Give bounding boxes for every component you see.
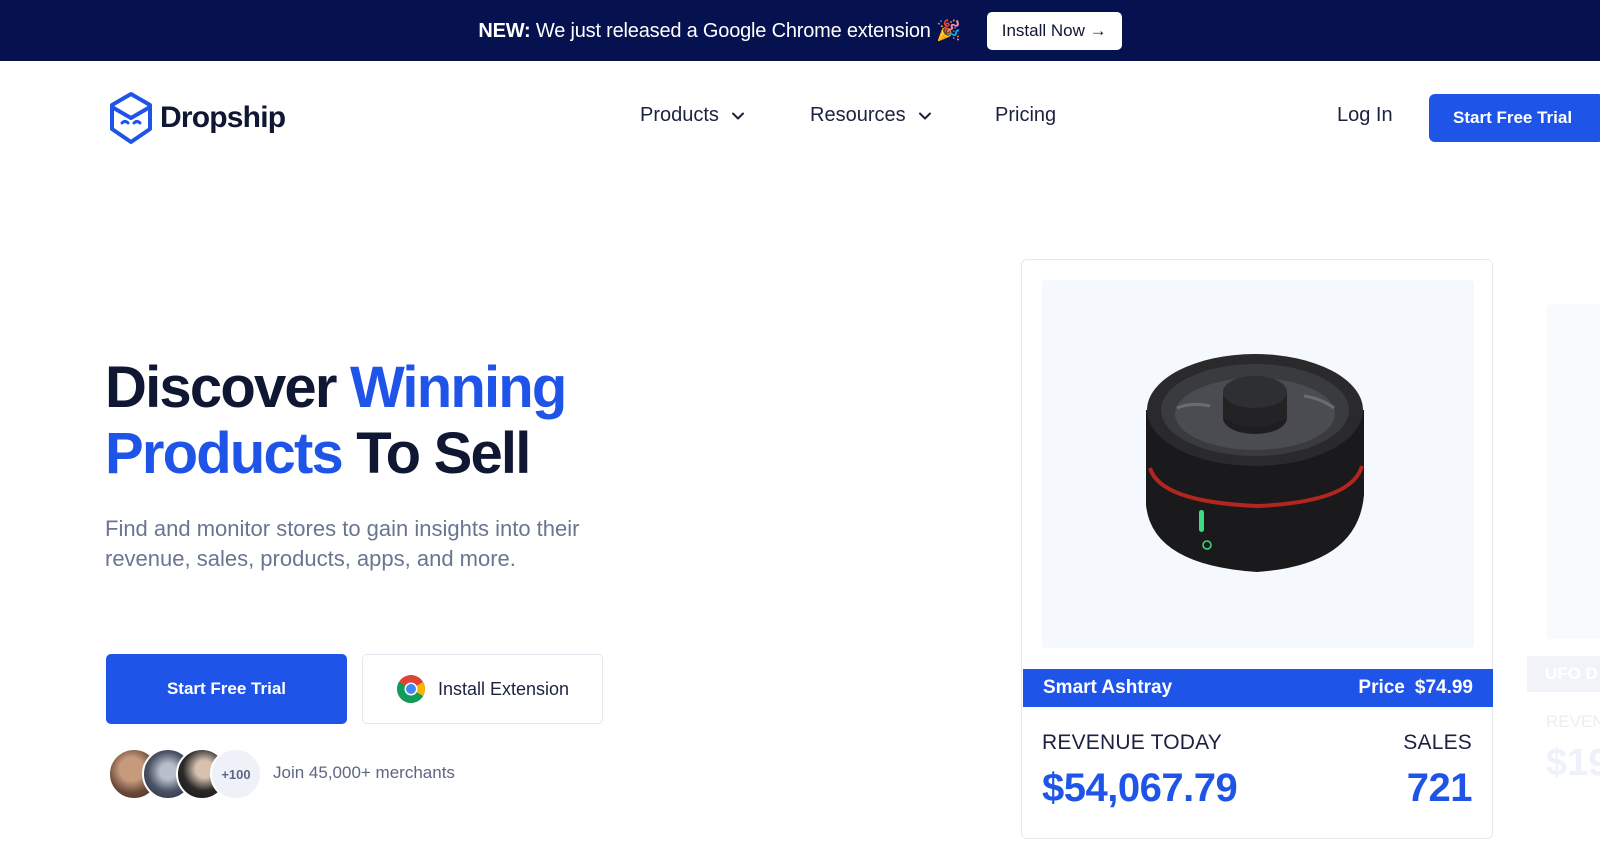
chevron-down-icon: [918, 112, 931, 119]
nav-item-resources[interactable]: Resources: [810, 104, 995, 127]
brand-name: Dropship: [160, 101, 286, 134]
product-title-bar: Smart Ashtray Price $74.99: [1023, 669, 1493, 707]
hero-title-highlight: Products: [105, 421, 344, 486]
revenue-value: $54,067.79: [1042, 766, 1238, 810]
nav-item-products[interactable]: Products: [640, 104, 810, 127]
nav-item-pricing[interactable]: Pricing: [995, 104, 1056, 127]
main-nav: Dropship Products Resources Pricing Log …: [0, 61, 1600, 178]
hero-subtitle: Find and monitor stores to gain insights…: [105, 516, 580, 571]
hero-start-free-trial-button[interactable]: Start Free Trial: [106, 654, 347, 724]
next-product-revenue-label: REVEN: [1546, 712, 1600, 731]
hero-title-part: To Sell: [341, 421, 531, 486]
product-card[interactable]: Smart Ashtray Price $74.99 REVENUE TODAY…: [1021, 259, 1493, 839]
announcement-bar: NEW: We just released a Google Chrome ex…: [0, 0, 1600, 61]
login-link[interactable]: Log In: [1337, 104, 1393, 127]
hero-title: Discover Winning Products To Sell: [105, 355, 705, 487]
chevron-down-icon: [731, 112, 744, 119]
next-product-image: [1546, 304, 1600, 639]
ashtray-image: [1146, 354, 1364, 572]
sales-value: 721: [1406, 766, 1473, 810]
merchant-avatars: +100: [108, 748, 262, 800]
product-name: Smart Ashtray: [1043, 677, 1173, 698]
merchants-count-text: Join 45,000+ merchants: [273, 763, 455, 782]
hero-title-highlight: Winning: [349, 355, 567, 420]
next-product-revenue-value: $19: [1546, 742, 1600, 784]
party-icon: 🎉: [936, 20, 961, 42]
chrome-icon: [396, 675, 425, 703]
nav-item-label: Pricing: [995, 104, 1057, 126]
dropship-logo-icon: [110, 92, 152, 144]
announcement-text: NEW: We just released a Google Chrome ex…: [478, 18, 961, 43]
announcement-message: We just released a Google Chrome extensi…: [535, 20, 931, 42]
hero-title-part: Discover: [105, 355, 350, 420]
next-product-title[interactable]: UFO D: [1527, 656, 1600, 692]
announcement-prefix: NEW:: [478, 20, 531, 42]
price-label: Price: [1358, 677, 1405, 698]
product-price: Price $74.99: [1358, 677, 1473, 699]
nav-links: Products Resources Pricing: [640, 104, 1056, 127]
product-image: [1042, 280, 1474, 648]
revenue-label: REVENUE TODAY: [1042, 731, 1222, 754]
nav-item-label: Resources: [810, 104, 906, 126]
sales-label: SALES: [1403, 731, 1472, 754]
install-now-button[interactable]: Install Now →: [986, 11, 1122, 50]
install-extension-label: Install Extension: [437, 678, 570, 699]
avatar-more-count: +100: [210, 748, 262, 800]
price-value: $74.99: [1414, 677, 1473, 698]
nav-start-free-trial-button[interactable]: Start Free Trial: [1429, 94, 1600, 142]
brand-logo[interactable]: Dropship: [108, 91, 286, 145]
install-extension-button[interactable]: Install Extension: [362, 654, 603, 724]
nav-item-label: Products: [640, 104, 719, 126]
